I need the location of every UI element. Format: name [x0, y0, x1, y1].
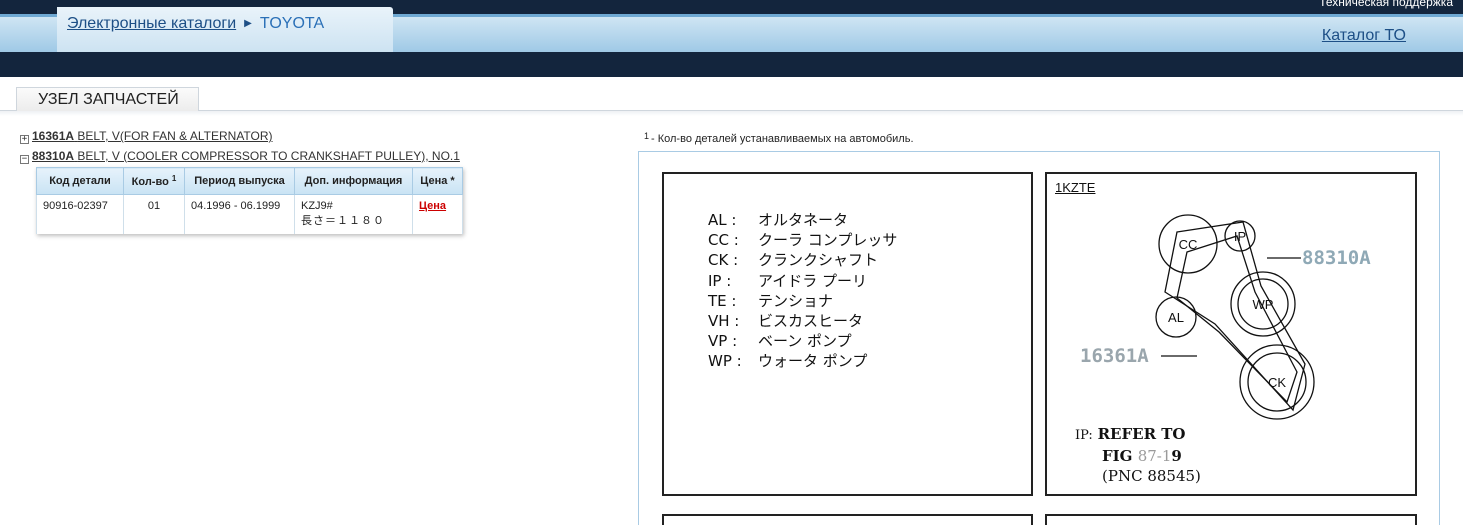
qty-footnote: 1- Кол-во деталей устанавливаемых на авт…: [644, 131, 914, 145]
col-header-qty: Кол-во 1: [123, 167, 185, 195]
tab-parts-node[interactable]: УЗЕЛ ЗАПЧАСТЕЙ: [16, 87, 199, 111]
col-header-price: Цена *: [412, 167, 463, 195]
pulley-al-label: AL: [1168, 310, 1184, 325]
belt-diagram-panel: 1KZTE CC IP WP AL CK 88310A 16361A IP: R…: [1045, 172, 1417, 496]
tree-item-link[interactable]: 88310A BELT, V (COOLER COMPRESSOR TO CRA…: [32, 149, 460, 163]
cell-code: 90916-02397: [36, 194, 124, 234]
collapse-icon[interactable]: −: [20, 155, 29, 164]
legend-item: AL : オルタネータ: [708, 211, 849, 229]
part-number-88310a[interactable]: 88310A: [1302, 247, 1371, 269]
pulley-cc-label: CC: [1179, 237, 1198, 252]
legend-item: TE : テンショナ: [708, 291, 834, 310]
cell-period: 04.1996 - 06.1999: [184, 194, 295, 234]
part-number-16361a[interactable]: 16361A: [1080, 345, 1149, 367]
legend-item: VH : ビスカスヒータ: [708, 312, 864, 331]
col-header-code: Код детали: [36, 167, 124, 195]
legend-item: WP : ウォータ ポンプ: [708, 352, 868, 371]
support-link[interactable]: Техническая поддержка: [1319, 0, 1453, 9]
legend-panel: AL : オルタネータ CC : クーラ コンプレッサ CK : クランクシャフト I…: [662, 172, 1033, 496]
pulley-wp-label: WP: [1253, 297, 1274, 312]
tree-item[interactable]: −88310A BELT, V (COOLER COMPRESSOR TO CR…: [20, 149, 460, 169]
tree-item[interactable]: +16361A BELT, V(FOR FAN & ALTERNATOR): [20, 129, 460, 149]
diagram-panel-next: [1045, 514, 1417, 525]
cell-qty: 01: [123, 194, 185, 234]
diagram-panel-next: [662, 514, 1033, 525]
breadcrumb-link-catalogs[interactable]: Электронные каталоги: [67, 15, 236, 32]
cell-price: Цена: [412, 194, 463, 234]
catalog-to-link[interactable]: Каталог ТО: [1322, 27, 1406, 45]
pulley-ck-label: CK: [1268, 375, 1286, 390]
col-header-period: Период выпуска: [184, 167, 295, 195]
tree-item-link[interactable]: 16361A BELT, V(FOR FAN & ALTERNATOR): [32, 129, 273, 143]
breadcrumb-current: TOYOTA: [259, 15, 325, 32]
table-header-row: Код детали Кол-во 1 Период выпуска Доп. …: [36, 167, 463, 195]
legend-item: IP : アイドラ プーリ: [708, 271, 868, 290]
expand-icon[interactable]: +: [20, 135, 29, 144]
parts-table: Код детали Кол-во 1 Период выпуска Доп. …: [36, 167, 463, 234]
legend-item: CC : クーラ コンプレッサ: [708, 231, 898, 250]
pulley-ip-label: IP: [1234, 229, 1246, 244]
legend-item: CK : クランクシャフト: [708, 251, 879, 270]
pulley-legend: AL : オルタネータ CC : クーラ コンプレッサ CK : クランクシャフト I…: [708, 210, 897, 372]
refer-note: IP: REFER TO FIG 87-19 (PNC 88545): [1075, 425, 1201, 485]
col-header-info: Доп. информация: [294, 167, 413, 195]
parts-tree: +16361A BELT, V(FOR FAN & ALTERNATOR) −8…: [20, 129, 460, 169]
price-link[interactable]: Цена: [419, 200, 446, 212]
tabs-shade: [0, 111, 1463, 116]
breadcrumb: Электронные каталоги ▶ TOYOTA: [67, 15, 324, 33]
table-row: 90916-02397 01 04.1996 - 06.1999 KZJ9# 長さ…: [36, 194, 463, 234]
legend-item: VP : ベーン ポンプ: [708, 332, 852, 351]
cell-info: KZJ9# 長さ＝１１８０: [294, 194, 413, 234]
breadcrumb-arrow-icon: ▶: [244, 18, 252, 29]
